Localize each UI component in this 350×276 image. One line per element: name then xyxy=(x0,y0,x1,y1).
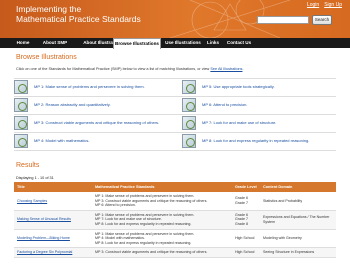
nav-use-illustrations[interactable]: Use Illustrations xyxy=(163,38,203,48)
practice-label: MP 4: Model with mathematics. xyxy=(34,138,90,143)
results-table: Title Mathematical Practice Standards Gr… xyxy=(14,182,336,258)
practice-label: MP 3: Construct viable arguments and cri… xyxy=(34,120,160,125)
column-header-standards[interactable]: Mathematical Practice Standards xyxy=(92,182,232,192)
practice-label: MP 5: Use appropriate tools strategicall… xyxy=(202,84,275,89)
sign-up-link[interactable]: Sign Up xyxy=(324,2,342,8)
site-title[interactable]: Implementing the Mathematical Practice S… xyxy=(16,4,141,24)
practice-mp4[interactable]: MP 4: Model with mathematics. xyxy=(14,133,174,149)
practice-mp3[interactable]: MP 3: Construct viable arguments and cri… xyxy=(14,115,174,131)
practice-grid: MP 1: Make sense of problems and perseve… xyxy=(14,78,336,151)
result-standards-cell: MP 1: Make sense of problems and perseve… xyxy=(92,192,232,211)
table-row: Choosing Samples MP 1: Make sense of pro… xyxy=(14,192,336,211)
practice-thumbnail-icon xyxy=(14,116,28,130)
search-button[interactable]: Search xyxy=(312,15,332,25)
result-title-cell: Modeling Problem—Biking Home xyxy=(14,229,92,249)
result-grade-cell: Grade 6 Grade 7 Grade 8 xyxy=(232,210,260,230)
result-domain-cell: Statistics and Probability xyxy=(260,192,336,211)
result-grade-cell: High School xyxy=(232,229,260,249)
column-header-grade[interactable]: Grade Level xyxy=(232,182,260,192)
result-standard: MP 6: Attend to precision. xyxy=(95,203,136,208)
table-row: Modeling Problem—Biking Home MP 1: Make … xyxy=(14,229,336,249)
result-grade: Grade 8 xyxy=(235,221,248,226)
result-grade-cell: High School xyxy=(232,247,260,258)
browse-title: Browse Illustrations xyxy=(16,54,77,61)
table-row: Making Sense of Unusual Results MP 1: Ma… xyxy=(14,210,336,230)
result-standards-cell: MP 3: Construct viable arguments and cri… xyxy=(92,247,232,258)
practice-mp6[interactable]: MP 6: Attend to precision. xyxy=(182,97,336,113)
nav-contact-us[interactable]: Contact Us xyxy=(223,38,255,48)
table-header-row: Title Mathematical Practice Standards Gr… xyxy=(14,182,336,192)
nav-links[interactable]: Links xyxy=(203,38,223,48)
practice-label: MP 6: Attend to precision. xyxy=(202,102,248,107)
login-link[interactable]: Login xyxy=(307,2,319,8)
main-nav: Home About SMP About Illustrations Brows… xyxy=(0,38,350,49)
site-title-line2: Mathematical Practice Standards xyxy=(16,14,141,24)
see-all-link[interactable]: See All Illustrations xyxy=(210,67,242,71)
table-row: Factoring a Degree Six Polynomial MP 3: … xyxy=(14,247,336,258)
column-header-domain[interactable]: Content Domain xyxy=(260,182,336,192)
result-title-cell: Making Sense of Unusual Results xyxy=(14,210,92,230)
result-grade: High School xyxy=(235,250,255,255)
results-title: Results xyxy=(16,162,40,169)
nav-home[interactable]: Home xyxy=(12,38,34,48)
result-domain-cell: Modeling with Geometry xyxy=(260,229,336,249)
result-standard: MP 8: Look for and express regularity in… xyxy=(95,221,192,226)
practice-mp5[interactable]: MP 5: Use appropriate tools strategicall… xyxy=(182,79,336,95)
result-grade: High School xyxy=(235,236,255,241)
browse-intro: Click on one of the Standards for Mathem… xyxy=(16,67,244,71)
search-input[interactable] xyxy=(257,16,309,24)
practice-thumbnail-icon xyxy=(14,98,28,112)
column-header-title[interactable]: Title xyxy=(14,182,92,192)
site-title-line1: Implementing the xyxy=(16,4,82,14)
practice-thumbnail-icon xyxy=(182,134,196,148)
result-title-cell: Choosing Samples xyxy=(14,192,92,211)
practice-thumbnail-icon xyxy=(182,80,196,94)
browse-intro-end: . xyxy=(242,67,244,71)
practice-thumbnail-icon xyxy=(14,80,28,94)
browse-intro-text: Click on one of the Standards for Mathem… xyxy=(16,67,211,71)
result-domain-cell: Expressions and Equations / The Number S… xyxy=(260,210,336,230)
practice-mp2[interactable]: MP 2: Reason abstractly and quantitative… xyxy=(14,97,174,113)
site-header: Implementing the Mathematical Practice S… xyxy=(0,0,350,38)
nav-browse-illustrations[interactable]: Browse Illustrations xyxy=(113,38,161,49)
result-title-link[interactable]: Choosing Samples xyxy=(17,199,47,203)
practice-thumbnail-icon xyxy=(14,134,28,148)
result-grade: Grade 7 xyxy=(235,200,248,205)
result-standard: MP 8: Look for and express regularity in… xyxy=(95,240,192,245)
result-standards-cell: MP 1: Make sense of problems and perseve… xyxy=(92,210,232,230)
result-standard: MP 3: Construct viable arguments and cri… xyxy=(95,250,208,255)
account-links: Login Sign Up xyxy=(302,2,342,8)
practice-thumbnail-icon xyxy=(182,116,196,130)
practice-mp1[interactable]: MP 1: Make sense of problems and perseve… xyxy=(14,79,174,95)
result-title-link[interactable]: Factoring a Degree Six Polynomial xyxy=(17,250,72,254)
practice-thumbnail-icon xyxy=(182,98,196,112)
result-title-link[interactable]: Modeling Problem—Biking Home xyxy=(17,236,70,240)
practice-mp8[interactable]: MP 8: Look for and express regularity in… xyxy=(182,133,336,149)
result-domain-cell: Seeing Structure in Expressions xyxy=(260,247,336,258)
results-count: Displaying 1 - 10 of 31 xyxy=(16,176,54,180)
practice-label: MP 8: Look for and express regularity in… xyxy=(202,138,310,143)
result-standards-cell: MP 1: Make sense of problems and perseve… xyxy=(92,229,232,249)
practice-label: MP 2: Reason abstractly and quantitative… xyxy=(34,102,111,107)
practice-mp7[interactable]: MP 7: Look for and make use of structure… xyxy=(182,115,336,131)
divider xyxy=(14,150,336,151)
practice-label: MP 7: Look for and make use of structure… xyxy=(202,120,277,125)
result-title-link[interactable]: Making Sense of Unusual Results xyxy=(17,217,71,221)
result-title-cell: Factoring a Degree Six Polynomial xyxy=(14,247,92,258)
result-grade-cell: Grade 6 Grade 7 xyxy=(232,192,260,211)
practice-label: MP 1: Make sense of problems and perseve… xyxy=(34,84,145,89)
nav-about-smp[interactable]: About SMP xyxy=(34,38,76,48)
